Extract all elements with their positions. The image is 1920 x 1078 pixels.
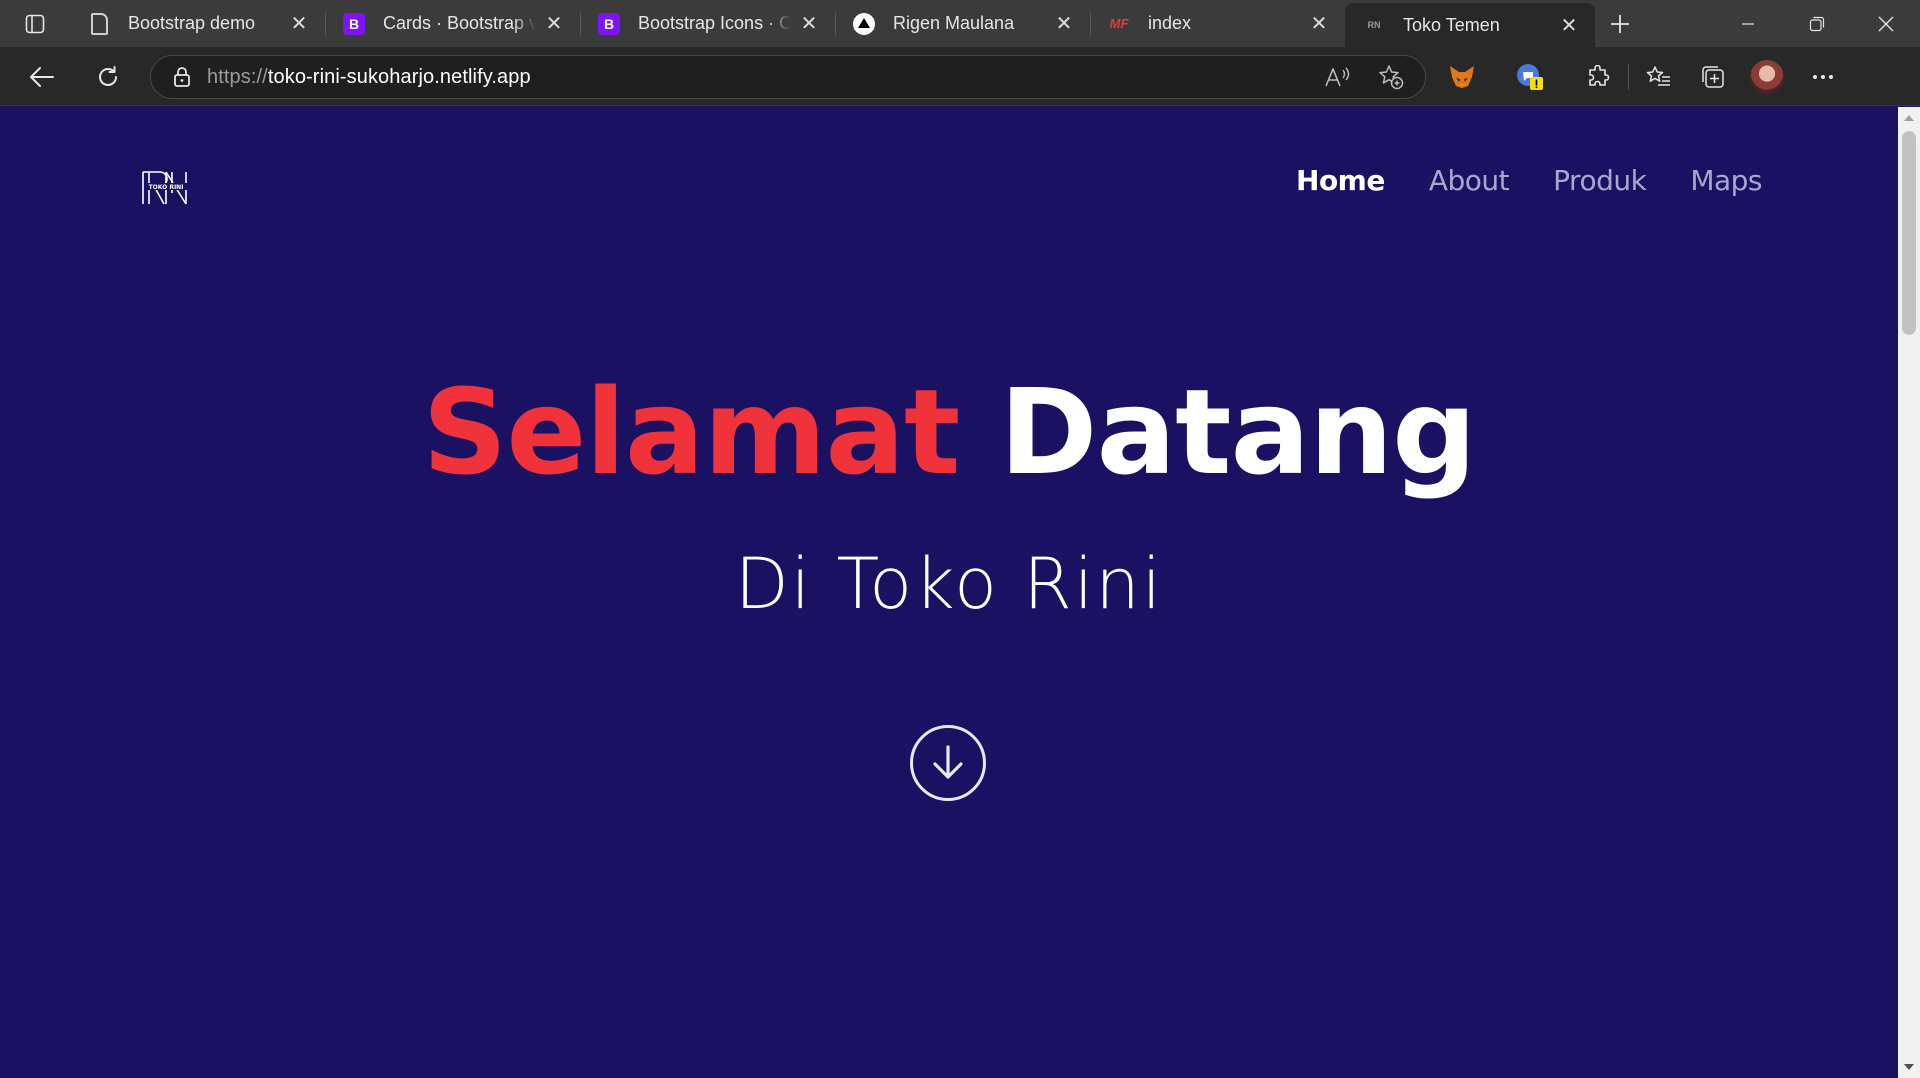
profile-button[interactable] bbox=[1745, 55, 1789, 99]
plus-icon bbox=[1611, 14, 1629, 33]
refresh-icon bbox=[99, 66, 117, 86]
tab-actions-button[interactable] bbox=[0, 0, 70, 47]
lock-icon[interactable] bbox=[173, 66, 191, 88]
star-add-icon bbox=[1379, 65, 1404, 90]
vercel-icon bbox=[853, 12, 875, 35]
favorites-button[interactable] bbox=[1637, 55, 1681, 99]
tab-title: Bootstrap demo bbox=[128, 13, 256, 33]
site-logo[interactable]: TOKO RINI bbox=[140, 169, 192, 207]
add-favorite-button[interactable] bbox=[1369, 55, 1413, 99]
favorites-list-icon bbox=[1646, 65, 1670, 86]
close-icon bbox=[1878, 16, 1893, 31]
url-scheme: https:// bbox=[207, 65, 268, 88]
minimize-button[interactable] bbox=[1713, 0, 1782, 47]
url-host: toko-rini-sukoharjo.netlify.app bbox=[267, 65, 531, 88]
extensions-button[interactable] bbox=[1576, 55, 1620, 99]
nav-produk-link[interactable]: Produk bbox=[1553, 164, 1647, 197]
bootstrap-icon: B bbox=[343, 12, 365, 35]
tab-bootstrap-demo[interactable]: Bootstrap demo ✕ bbox=[70, 0, 325, 47]
nav-about-link[interactable]: About bbox=[1429, 164, 1510, 197]
close-icon[interactable]: ✕ bbox=[1052, 12, 1076, 36]
tab-actions-icon bbox=[25, 14, 45, 33]
tab-title: Toko Temen bbox=[1403, 14, 1500, 35]
url-text: https://toko-rini-sukoharjo.netlify.app bbox=[207, 66, 531, 89]
more-icon bbox=[1813, 74, 1833, 79]
close-icon[interactable]: ✕ bbox=[287, 12, 311, 36]
refresh-button[interactable] bbox=[86, 55, 130, 99]
read-aloud-button[interactable] bbox=[1315, 55, 1359, 99]
arrow-down-icon bbox=[933, 745, 963, 779]
tab-title: Bootstrap Icons · Of bbox=[638, 13, 791, 33]
hero-title-highlight: Selamat bbox=[422, 363, 960, 501]
collections-button[interactable] bbox=[1691, 55, 1735, 99]
toolbar-separator bbox=[1628, 63, 1629, 90]
tab-strip: Bootstrap demo ✕ B Cards · Bootstrap v5 … bbox=[0, 0, 1920, 47]
hero-title-rest: Datang bbox=[999, 363, 1477, 501]
scroll-down-button[interactable] bbox=[910, 725, 986, 801]
hero-title: Selamat Datang bbox=[0, 362, 1898, 504]
back-button[interactable] bbox=[20, 55, 64, 99]
metamask-extension-button[interactable] bbox=[1440, 55, 1484, 99]
address-bar[interactable]: https://toko-rini-sukoharjo.netlify.app bbox=[150, 55, 1426, 99]
new-tab-button[interactable] bbox=[1595, 0, 1645, 47]
extension-warning-button[interactable] bbox=[1508, 55, 1552, 99]
bootstrap-icon: B bbox=[598, 12, 620, 35]
window-controls bbox=[1713, 0, 1920, 47]
close-icon[interactable]: ✕ bbox=[1557, 13, 1581, 37]
site-navbar: TOKO RINI Home About Produk Maps bbox=[0, 107, 1898, 227]
fox-icon bbox=[1450, 65, 1474, 88]
tab-rigen-maulana[interactable]: Rigen Maulana ✕ bbox=[835, 0, 1090, 47]
tab-toko-temen[interactable]: RN Toko Temen ✕ bbox=[1345, 3, 1595, 47]
toko-icon: RN bbox=[1367, 20, 1381, 30]
tab-cards-bootstrap[interactable]: B Cards · Bootstrap v5 ✕ bbox=[325, 0, 580, 47]
web-page: TOKO RINI Home About Produk Maps Selamat… bbox=[0, 107, 1898, 1078]
close-icon[interactable]: ✕ bbox=[542, 12, 566, 36]
back-arrow-icon bbox=[30, 67, 54, 87]
restore-button[interactable] bbox=[1782, 0, 1851, 47]
close-window-button[interactable] bbox=[1851, 0, 1920, 47]
restore-icon bbox=[1809, 16, 1824, 31]
extensions-area bbox=[1440, 47, 1845, 106]
tab-title: Rigen Maulana bbox=[893, 13, 1015, 33]
tab-title: Cards · Bootstrap v5 bbox=[383, 13, 536, 33]
page-icon bbox=[91, 12, 108, 35]
site-nav: Home About Produk Maps bbox=[1296, 164, 1762, 197]
logo-icon: TOKO RINI bbox=[142, 171, 188, 205]
tab-bootstrap-icons[interactable]: B Bootstrap Icons · Of ✕ bbox=[580, 0, 835, 47]
read-aloud-icon bbox=[1325, 67, 1350, 87]
nav-maps-link[interactable]: Maps bbox=[1690, 164, 1762, 197]
scroll-up-arrow-icon[interactable] bbox=[1904, 115, 1914, 121]
address-bar-actions bbox=[1315, 56, 1413, 98]
hero-subtitle: Di Toko Rini bbox=[734, 543, 1164, 625]
browser-toolbar: https://toko-rini-sukoharjo.netlify.app bbox=[0, 47, 1920, 106]
puzzle-icon bbox=[1589, 64, 1610, 86]
logo-tagline: TOKO RINI bbox=[149, 184, 184, 191]
avatar bbox=[1750, 59, 1784, 94]
mf-icon: MF bbox=[1109, 16, 1129, 31]
tab-index[interactable]: MF index ✕ bbox=[1090, 0, 1345, 47]
tab-title: index bbox=[1148, 13, 1192, 33]
page-scrollbar[interactable] bbox=[1898, 107, 1920, 1078]
settings-menu-button[interactable] bbox=[1801, 55, 1845, 99]
scrollbar-thumb[interactable] bbox=[1902, 131, 1916, 335]
close-icon[interactable]: ✕ bbox=[797, 12, 821, 36]
close-icon[interactable]: ✕ bbox=[1307, 12, 1331, 36]
minimize-icon bbox=[1741, 22, 1754, 25]
collections-icon bbox=[1702, 65, 1724, 88]
scroll-down-arrow-icon[interactable] bbox=[1904, 1064, 1914, 1070]
nav-home-link[interactable]: Home bbox=[1296, 164, 1385, 197]
chat-extension-icon bbox=[1517, 63, 1543, 90]
